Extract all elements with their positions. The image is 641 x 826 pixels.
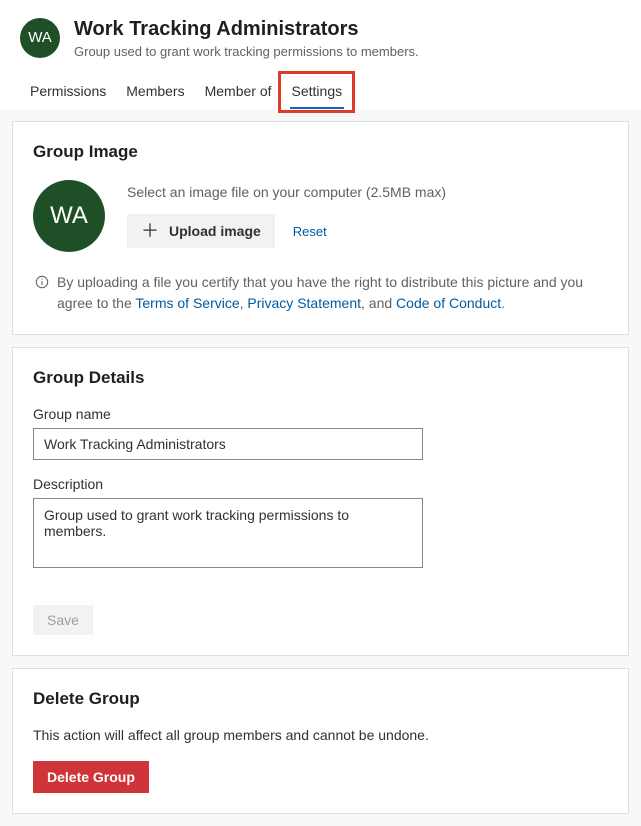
group-image-heading: Group Image — [33, 142, 608, 162]
upload-button-label: Upload image — [169, 223, 261, 239]
tab-settings[interactable]: Settings — [282, 77, 353, 109]
group-details-card: Group Details Group name Description Sav… — [12, 347, 629, 656]
group-image-card: Group Image WA Select an image file on y… — [12, 121, 629, 335]
plus-icon: ＋ — [141, 222, 159, 240]
group-details-heading: Group Details — [33, 368, 608, 388]
disclaimer-text: By uploading a file you certify that you… — [57, 272, 608, 314]
save-button[interactable]: Save — [33, 605, 93, 635]
delete-warning-text: This action will affect all group member… — [33, 727, 608, 743]
upload-disclaimer: By uploading a file you certify that you… — [33, 272, 608, 314]
upload-image-button[interactable]: ＋ Upload image — [127, 214, 275, 248]
tab-bar: Permissions Members Member of Settings — [0, 67, 641, 109]
description-label: Description — [33, 476, 608, 492]
group-avatar-large: WA — [33, 180, 105, 252]
description-textarea[interactable] — [33, 498, 423, 568]
terms-of-service-link[interactable]: Terms of Service — [135, 295, 239, 311]
description-field-group: Description — [33, 476, 608, 589]
delete-group-card: Delete Group This action will affect all… — [12, 668, 629, 814]
upload-section: Select an image file on your computer (2… — [127, 184, 446, 248]
delete-group-heading: Delete Group — [33, 689, 608, 709]
delete-group-button[interactable]: Delete Group — [33, 761, 149, 793]
group-name-input[interactable] — [33, 428, 423, 460]
upload-hint: Select an image file on your computer (2… — [127, 184, 446, 200]
header-text: Work Tracking Administrators Group used … — [74, 16, 419, 59]
tab-permissions[interactable]: Permissions — [20, 77, 116, 109]
image-row: WA Select an image file on your computer… — [33, 180, 608, 252]
page-header: WA Work Tracking Administrators Group us… — [0, 0, 641, 67]
tab-members[interactable]: Members — [116, 77, 194, 109]
upload-controls: ＋ Upload image Reset — [127, 214, 446, 248]
page-subtitle: Group used to grant work tracking permis… — [74, 44, 419, 59]
group-avatar-small: WA — [20, 18, 60, 58]
code-of-conduct-link[interactable]: Code of Conduct — [396, 295, 501, 311]
privacy-statement-link[interactable]: Privacy Statement — [247, 295, 361, 311]
reset-link[interactable]: Reset — [293, 224, 327, 239]
page-title: Work Tracking Administrators — [74, 16, 419, 42]
tab-member-of[interactable]: Member of — [195, 77, 282, 109]
group-name-field-group: Group name — [33, 406, 608, 460]
group-name-label: Group name — [33, 406, 608, 422]
info-icon — [35, 274, 49, 314]
